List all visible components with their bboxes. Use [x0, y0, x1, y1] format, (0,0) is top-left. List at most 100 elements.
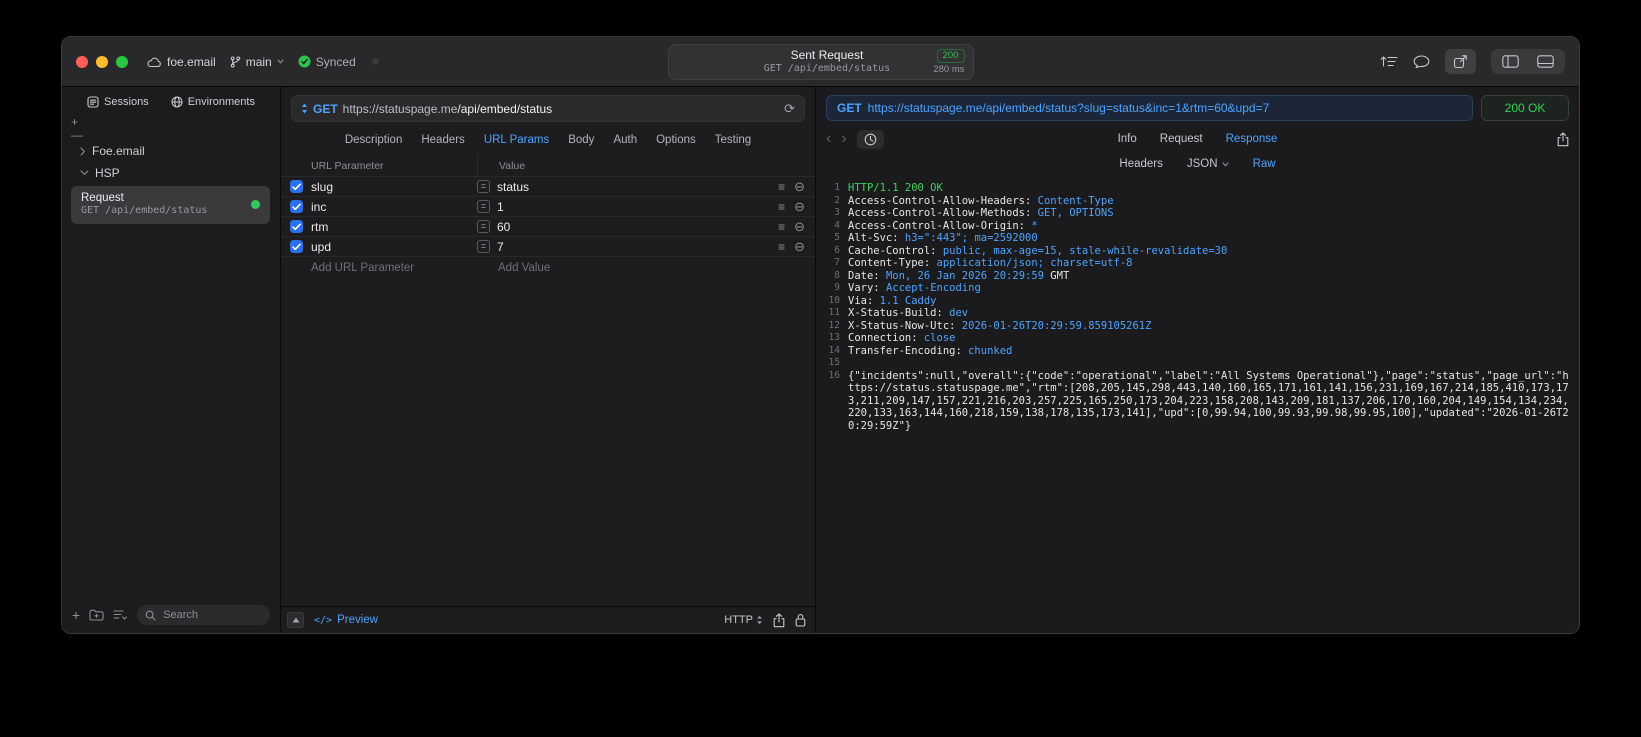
request-url[interactable]: https://statuspage.me/api/embed/status — [343, 102, 779, 116]
subtab-raw[interactable]: Raw — [1253, 158, 1276, 170]
sidebar-bottom-bar: + — [62, 603, 280, 633]
param-value[interactable]: 60 — [497, 220, 510, 234]
param-checkbox[interactable] — [290, 220, 303, 233]
add-value-placeholder[interactable]: Add Value — [477, 262, 815, 274]
param-value[interactable]: status — [497, 180, 529, 194]
share-icon[interactable] — [773, 612, 785, 628]
line-text: X-Status-Build: dev — [848, 307, 969, 319]
line-text: Vary: Accept-Encoding — [848, 282, 981, 294]
panel-toggle-group — [1491, 49, 1565, 74]
share-icon[interactable] — [1557, 131, 1569, 147]
history-forward-icon[interactable]: › — [841, 131, 846, 147]
minimize-window-button[interactable] — [96, 55, 108, 68]
close-window-button[interactable] — [76, 55, 88, 68]
activity-dot — [371, 58, 379, 65]
chevron-down-icon — [277, 59, 284, 64]
line-number: 15 — [828, 357, 840, 368]
tab-info[interactable]: Info — [1118, 133, 1137, 145]
response-body[interactable]: 1 HTTP/1.1 200 OK 2 Access-Control-Allow-He… — [816, 177, 1579, 633]
param-name[interactable]: slug — [311, 180, 477, 194]
zoom-window-button[interactable] — [116, 55, 128, 68]
tab-auth[interactable]: Auth — [613, 134, 637, 146]
row-menu-icon[interactable]: ≡ — [778, 181, 785, 193]
tab-response[interactable]: Response — [1226, 133, 1278, 145]
param-name[interactable]: inc — [311, 200, 477, 214]
param-value[interactable]: 7 — [497, 240, 504, 254]
history-button[interactable] — [856, 129, 884, 149]
preview-button[interactable]: </> Preview — [314, 614, 378, 626]
sent-request-url[interactable]: GET https://statuspage.me/api/embed/stat… — [826, 95, 1473, 121]
response-line: 6 Cache-Control: public, max-age=15, stal… — [820, 245, 1569, 258]
comments-button[interactable] — [1413, 54, 1430, 69]
line-text: HTTP/1.1 200 OK — [848, 182, 943, 194]
request-method[interactable]: GET — [313, 102, 338, 116]
titlebar-actions — [1380, 49, 1565, 74]
add-param-placeholder[interactable]: Add URL Parameter — [311, 262, 477, 274]
param-value[interactable]: 1 — [497, 200, 504, 214]
sort-menu-button[interactable] — [113, 609, 128, 621]
param-checkbox[interactable] — [290, 240, 303, 253]
subtab-json[interactable]: JSON — [1187, 158, 1229, 170]
request-url-bar[interactable]: GET https://statuspage.me/api/embed/stat… — [291, 95, 805, 122]
expand-panel-button[interactable] — [287, 612, 304, 628]
remove-row-icon[interactable]: ⊖ — [794, 200, 805, 213]
toggle-bottom-panel-button[interactable] — [1528, 51, 1563, 72]
row-menu-icon[interactable]: ≡ — [778, 241, 785, 253]
line-text: Transfer-Encoding: chunked — [848, 344, 1013, 357]
response-line: 1 HTTP/1.1 200 OK — [820, 182, 1569, 195]
search-field[interactable] — [137, 605, 270, 625]
tab-environments[interactable]: Environments — [171, 96, 255, 108]
sync-status[interactable]: Synced — [298, 55, 356, 69]
tree-group-foe-email[interactable]: Foe.email — [62, 140, 280, 162]
lock-icon[interactable] — [795, 613, 806, 627]
tab-body[interactable]: Body — [568, 134, 594, 146]
chevron-right-icon — [80, 146, 86, 156]
param-name[interactable]: upd — [311, 240, 477, 254]
response-subtabs: Headers JSON Raw — [816, 152, 1579, 177]
sent-request-pill[interactable]: Sent Request GET /api/embed/status 200 2… — [667, 44, 974, 80]
new-folder-button[interactable] — [89, 609, 104, 621]
project-menu[interactable]: foe.email — [146, 55, 216, 69]
sessions-icon — [87, 96, 99, 108]
tree-group-label: HSP — [95, 166, 120, 180]
tab-url-params[interactable]: URL Params — [484, 134, 549, 146]
line-number: 12 — [828, 319, 840, 331]
response-line: 11 X-Status-Build: dev — [820, 307, 1569, 320]
line-number: 6 — [834, 244, 840, 256]
remove-row-icon[interactable]: ⊖ — [794, 220, 805, 233]
remove-row-icon[interactable]: ⊖ — [794, 180, 805, 193]
subtab-headers[interactable]: Headers — [1119, 158, 1162, 170]
response-pane: GET https://statuspage.me/api/embed/stat… — [816, 87, 1579, 633]
tree-group-hsp[interactable]: HSP — [62, 162, 280, 184]
remove-row-icon[interactable]: ⊖ — [794, 240, 805, 253]
param-name[interactable]: rtm — [311, 220, 477, 234]
sort-requests-button[interactable] — [1380, 55, 1398, 68]
tab-sessions[interactable]: Sessions — [87, 96, 149, 108]
traffic-lights — [76, 55, 128, 68]
tab-testing[interactable]: Testing — [715, 134, 751, 146]
search-input[interactable] — [161, 608, 262, 622]
history-back-icon[interactable]: ‹ — [826, 131, 831, 147]
row-menu-icon[interactable]: ≡ — [778, 221, 785, 233]
response-line: 4 Access-Control-Allow-Origin: * — [820, 220, 1569, 233]
http-version-select[interactable]: HTTP — [724, 614, 763, 626]
tab-description[interactable]: Description — [345, 134, 403, 146]
param-checkbox[interactable] — [290, 180, 303, 193]
add-item-button[interactable]: + — [71, 116, 83, 128]
tab-request[interactable]: Request — [1160, 133, 1203, 145]
remove-item-button[interactable]: — — [71, 129, 83, 141]
sidebar-request-item[interactable]: Request GET /api/embed/status — [71, 186, 270, 224]
new-request-button[interactable]: + — [72, 607, 80, 623]
sync-check-icon — [298, 55, 311, 68]
branch-menu[interactable]: main — [230, 55, 284, 69]
param-checkbox[interactable] — [290, 200, 303, 213]
code-icon: </> — [314, 614, 333, 626]
tab-headers[interactable]: Headers — [421, 134, 464, 146]
tab-options[interactable]: Options — [656, 134, 696, 146]
row-menu-icon[interactable]: ≡ — [778, 201, 785, 213]
titlebar: foe.email main Synced Sent Request GET /… — [62, 37, 1579, 87]
export-window-button[interactable] — [1445, 49, 1476, 74]
toggle-left-sidebar-button[interactable] — [1493, 51, 1528, 72]
line-number: 9 — [834, 282, 840, 293]
resend-request-icon[interactable]: ⟳ — [784, 102, 795, 115]
